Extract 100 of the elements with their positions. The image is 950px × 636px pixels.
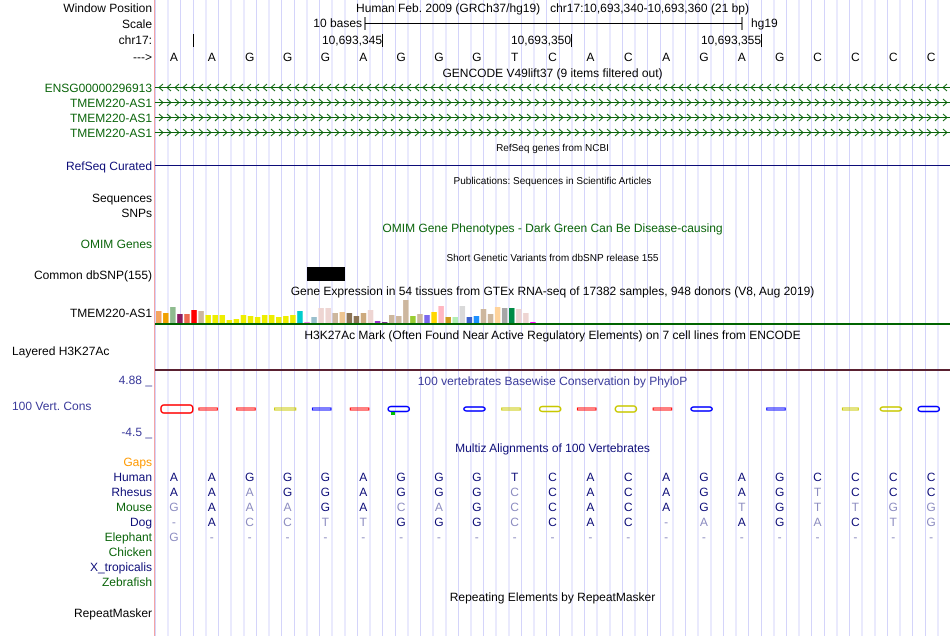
tick-mark [571, 34, 572, 47]
track-label[interactable]: ENSG00000296913 [44, 80, 152, 94]
gene-line-drawing[interactable] [155, 113, 950, 122]
track-label[interactable]: Sequences [92, 190, 152, 204]
base-letter: C [888, 50, 898, 64]
aligned-base: G [434, 470, 444, 484]
aligned-base: G [774, 484, 784, 498]
row-label[interactable]: chr17: [118, 33, 152, 47]
track-label[interactable]: Elephant [104, 530, 152, 544]
aligned-base: T [890, 514, 897, 528]
aligned-base: - [285, 530, 290, 544]
aligned-base: G [774, 500, 784, 514]
aligned-base: T [738, 500, 746, 514]
track-label[interactable]: SNPs [121, 206, 152, 220]
track-title: Short Genetic Variants from dbSNP release 155 [446, 252, 658, 266]
gene-line-drawing[interactable] [155, 83, 950, 92]
base-letter: C [813, 50, 822, 64]
aligned-base: G [169, 500, 179, 514]
aligned-base: G [396, 514, 406, 528]
track-label[interactable]: OMIM Genes [80, 236, 152, 250]
base-letter: C [851, 50, 860, 64]
aligned-base: - [588, 530, 592, 544]
aligned-base: A [170, 484, 178, 498]
aligned-base: C [548, 514, 557, 528]
aligned-base: A [208, 514, 216, 528]
row-label[interactable]: Scale [122, 16, 152, 30]
track-title: 100 vertebrates Basewise Conservation by PhyloP [418, 374, 688, 388]
base-letter: G [434, 50, 444, 64]
base-letter: C [548, 50, 557, 64]
gene-line-drawing[interactable] [155, 98, 950, 107]
aligned-base: - [399, 530, 404, 544]
base-letter: C [624, 50, 633, 64]
aligned-base: C [510, 500, 519, 514]
track-label[interactable]: Dog [130, 514, 152, 528]
coordinate-label: 10,693,350 [510, 33, 571, 47]
track-label[interactable]: TMEM220-AS1 [70, 96, 152, 110]
aligned-base: A [586, 500, 594, 514]
aligned-base: G [472, 500, 482, 514]
aligned-base: A [208, 500, 216, 514]
aligned-base: G [320, 470, 330, 484]
track-label[interactable]: TMEM220-AS1 [70, 110, 152, 124]
aligned-base: C [926, 484, 936, 498]
track-label[interactable]: Layered H3K27Ac [12, 344, 110, 358]
row-label[interactable]: ---> [133, 50, 152, 64]
aligned-base: G [472, 514, 482, 528]
aligned-base: - [664, 514, 668, 528]
aligned-base: - [853, 530, 858, 544]
base-letter: T [510, 50, 518, 64]
aligned-base: G [320, 500, 330, 514]
track-label[interactable]: Common dbSNP(155) [34, 268, 152, 282]
track-label[interactable]: RepeatMasker [74, 606, 152, 620]
base-letter: A [359, 50, 368, 64]
aligned-base: - [815, 530, 820, 544]
row-label[interactable]: Window Position [63, 1, 152, 15]
aligned-base: G [472, 470, 482, 484]
aligned-base: A [246, 500, 254, 514]
gene-line-drawing[interactable] [155, 128, 950, 137]
track-label[interactable]: Rhesus [111, 484, 152, 498]
aligned-base: - [210, 530, 214, 544]
aligned-base: T [322, 514, 330, 528]
track-label[interactable]: Mouse [116, 500, 152, 514]
track-label[interactable]: RefSeq Curated [66, 158, 152, 172]
aligned-base: - [512, 530, 517, 544]
aligned-base: - [740, 530, 744, 544]
aligned-base: - [702, 530, 706, 544]
track-label[interactable]: Zebrafish [102, 574, 152, 588]
track-label[interactable]: Human [113, 470, 152, 484]
tick-mark [761, 34, 762, 47]
track-title: Publications: Sequences in Scientific Articles [454, 174, 652, 188]
aligned-base: C [851, 514, 860, 528]
track-label[interactable]: TMEM220-AS1 [70, 306, 152, 320]
base-letter: G [396, 50, 406, 64]
track-label[interactable]: TMEM220-AS1 [70, 126, 152, 140]
aligned-base: C [926, 470, 936, 484]
aligned-base: G [169, 530, 179, 544]
aligned-base: G [926, 500, 936, 514]
tick-mark [193, 34, 194, 47]
aligned-base: C [510, 514, 519, 528]
aligned-base: A [700, 514, 708, 528]
track-title: GENCODE V49lift37 (9 items filtered out) [442, 66, 663, 80]
aligned-base: - [778, 530, 782, 544]
aligned-base: C [283, 514, 292, 528]
aligned-base: A [208, 470, 216, 484]
aligned-base: C [851, 470, 860, 484]
aligned-base: G [699, 500, 709, 514]
track-label[interactable]: 100 Vert. Cons [0, 399, 92, 413]
aligned-base: A [208, 484, 216, 498]
tick-mark [382, 34, 383, 47]
base-letter: G [699, 50, 709, 64]
aligned-base: A [586, 514, 594, 528]
aligned-base: A [283, 500, 292, 514]
track-label[interactable]: Chicken [108, 544, 152, 558]
track-label[interactable]: X_tropicalis [90, 560, 152, 574]
expression-bar-drawing[interactable] [155, 300, 536, 323]
aligned-base: C [624, 500, 633, 514]
base-letter: G [472, 50, 482, 64]
aligned-base: - [891, 530, 896, 544]
aligned-base: T [814, 500, 822, 514]
base-letter: C [926, 50, 936, 64]
aligned-base: - [172, 514, 176, 528]
